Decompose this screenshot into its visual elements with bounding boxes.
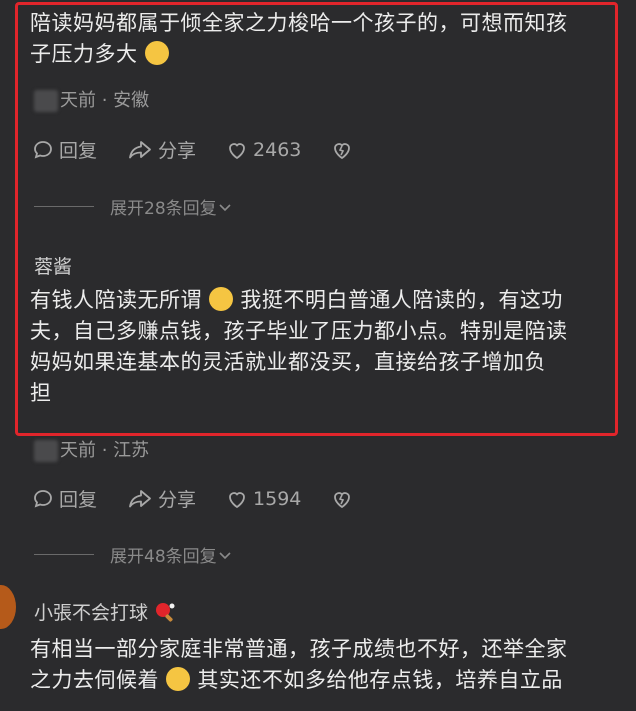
ping-pong-paddle-icon xyxy=(156,603,175,622)
share-button[interactable]: 分享 xyxy=(127,485,196,512)
reply-label: 回复 xyxy=(59,140,98,162)
comment-1-line-1: 陪读妈妈都属于倾全家之力梭哈一个孩子的，可想而知孩 xyxy=(30,11,568,35)
username-text: 小張不会打球 xyxy=(34,602,149,624)
like-button[interactable]: 2463 xyxy=(226,139,301,161)
avatar[interactable] xyxy=(0,585,16,629)
divider-line xyxy=(34,206,94,207)
comment-2-text: 有钱人陪读无所谓 我挺不明白普通人陪读的，有这功 夫，自己多赚点钱，孩子毕业了压… xyxy=(30,285,568,409)
share-button[interactable]: 分享 xyxy=(127,136,196,163)
share-icon xyxy=(129,140,151,158)
comment-2-actions: 回复 分享 1594 xyxy=(32,485,388,512)
dislike-button[interactable] xyxy=(331,139,358,161)
comment-3-line-2: 之力去伺候着 其实还不如多给他存点钱，培养自立品 xyxy=(30,667,563,692)
reply-label: 回复 xyxy=(59,489,98,511)
share-label: 分享 xyxy=(158,140,197,162)
expand-label: 展开48条回复 xyxy=(110,547,217,567)
heart-icon xyxy=(229,491,245,508)
comment-1-text: 陪读妈妈都属于倾全家之力梭哈一个孩子的，可想而知孩 子压力多大 xyxy=(30,8,568,70)
reply-icon xyxy=(34,489,52,507)
comment-1-expand-replies[interactable]: 展开28条回复 xyxy=(34,194,233,219)
comment-1-time-location: 天前 · 安徽 xyxy=(60,90,150,111)
comment-2-meta: 天前 · 江苏 xyxy=(34,436,149,462)
blurred-time xyxy=(34,440,58,462)
like-count: 1594 xyxy=(253,487,302,510)
comment-3-username[interactable]: 小張不会打球 xyxy=(34,598,176,625)
blurred-time xyxy=(34,90,58,112)
comment-2-expand-replies[interactable]: 展开48条回复 xyxy=(34,542,233,567)
chevron-down-icon xyxy=(219,203,231,211)
comment-1-actions: 回复 分享 2463 xyxy=(32,136,388,163)
expand-label: 展开28条回复 xyxy=(110,199,217,219)
chevron-down-icon xyxy=(219,551,231,559)
broken-heart-icon xyxy=(334,142,351,159)
reply-button[interactable]: 回复 xyxy=(32,136,97,163)
like-button[interactable]: 1594 xyxy=(226,488,301,510)
reply-icon xyxy=(34,140,52,158)
like-count: 2463 xyxy=(253,138,302,161)
laughing-emoji-icon xyxy=(209,287,234,311)
comment-2-username[interactable]: 蓉酱 xyxy=(34,252,72,279)
divider-line xyxy=(34,554,94,555)
comment-2-line-2: 夫，自己多赚点钱，孩子毕业了压力都小点。特别是陪读 xyxy=(30,319,568,343)
reply-button[interactable]: 回复 xyxy=(32,485,97,512)
dislike-button[interactable] xyxy=(331,488,358,510)
comment-3-text: 有相当一部分家庭非常普通，孩子成绩也不好，还举全家 之力去伺候着 其实还不如多给… xyxy=(30,634,568,696)
comment-2-line-3: 妈妈如果连基本的灵活就业都没买，直接给孩子增加负 xyxy=(30,350,546,374)
comment-1-line-2: 子压力多大 xyxy=(30,39,568,70)
sweat-face-emoji-icon xyxy=(144,41,169,65)
heart-icon xyxy=(229,142,245,159)
comment-2-time-location: 天前 · 江苏 xyxy=(60,440,150,461)
crying-laughing-emoji-icon xyxy=(166,667,191,691)
comment-2-line-4: 担 xyxy=(30,381,52,405)
share-label: 分享 xyxy=(158,489,197,511)
comment-2-line-1: 有钱人陪读无所谓 我挺不明白普通人陪读的，有这功 xyxy=(30,287,563,312)
comment-1-meta: 天前 · 安徽 xyxy=(34,86,149,112)
comment-3-line-1: 有相当一部分家庭非常普通，孩子成绩也不好，还举全家 xyxy=(30,637,568,661)
broken-heart-icon xyxy=(334,491,351,508)
share-icon xyxy=(129,489,151,507)
